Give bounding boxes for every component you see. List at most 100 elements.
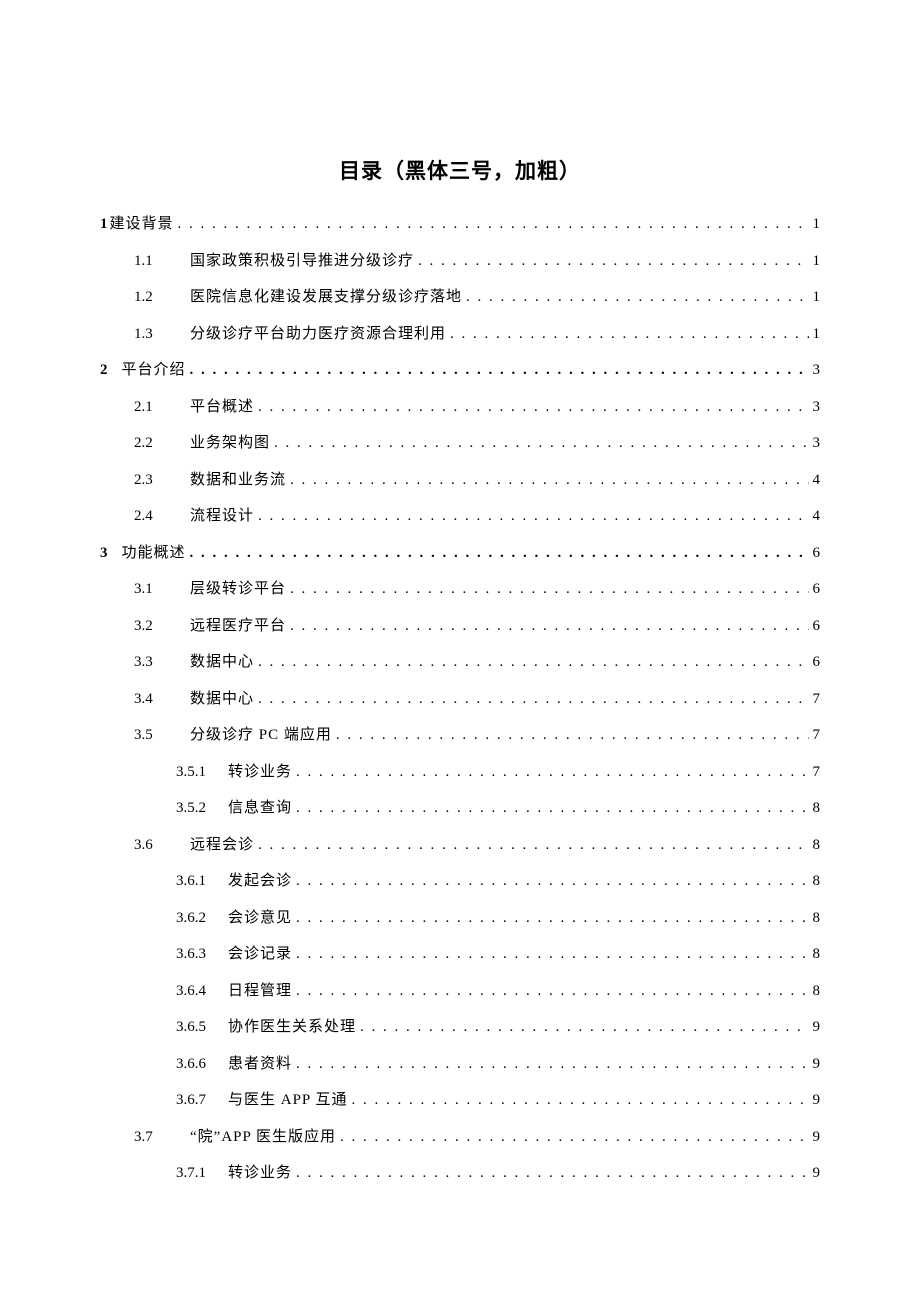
toc-leader-dots: . . . . . . . . . . . . . . . . . . . . … — [258, 838, 808, 853]
toc-leader-dots: . . . . . . . . . . . . . . . . . . . . … — [296, 947, 808, 962]
toc-leader-dots: . . . . . . . . . . . . . . . . . . . . … — [258, 692, 808, 707]
toc-entry-text: 数据中心 — [190, 692, 254, 707]
toc-title: 目录（黑体三号，加粗） — [100, 155, 820, 185]
toc-entry-number: 3.6.7 — [176, 1093, 220, 1108]
toc-entry-text: 转诊业务 — [228, 1166, 292, 1181]
toc-entry: 1.2 医院信息化建设发展支撑分级诊疗落地 . . . . . . . . . . … — [100, 290, 820, 305]
toc-entry-page: 8 — [813, 801, 821, 816]
toc-entry-number: 3.6.2 — [176, 911, 220, 926]
toc-entry: 3.4 数据中心 . . . . . . . . . . . . . . . . .… — [100, 692, 820, 707]
toc-leader-dots: . . . . . . . . . . . . . . . . . . . . … — [258, 509, 808, 524]
toc-leader-dots: . . . . . . . . . . . . . . . . . . . . … — [274, 436, 808, 451]
toc-entry-number: 3.5 — [134, 728, 182, 743]
toc-entry-page: 4 — [813, 509, 821, 524]
toc-entry-page: 8 — [813, 874, 821, 889]
toc-entry-page: 9 — [813, 1130, 821, 1145]
toc-entry-page: 1 — [813, 290, 821, 305]
toc-entry-text: 分级诊疗平台助力医疗资源合理利用 — [190, 327, 446, 342]
toc-entry-text: 日程管理 — [228, 984, 292, 999]
toc-entry: 2.3 数据和业务流 . . . . . . . . . . . . . . . .… — [100, 473, 820, 488]
toc-leader-dots: . . . . . . . . . . . . . . . . . . . . … — [296, 1166, 808, 1181]
toc-leader-dots: . . . . . . . . . . . . . . . . . . . . … — [290, 619, 808, 634]
toc-entry-page: 7 — [813, 728, 821, 743]
toc-entry: 3.6.3会诊记录. . . . . . . . . . . . . . . .… — [100, 947, 820, 962]
toc-entry-text: 会诊记录 — [228, 947, 292, 962]
toc-entry-number: 2.1 — [134, 400, 182, 415]
toc-entry-page: 1 — [813, 327, 821, 342]
toc-leader-dots: . . . . . . . . . . . . . . . . . . . . … — [296, 911, 808, 926]
toc-entry-page: 4 — [813, 473, 821, 488]
toc-entry-text: 建设背景 — [110, 217, 174, 232]
toc-entry-number: 3.4 — [134, 692, 182, 707]
toc-entry: 3.5.1转诊业务. . . . . . . . . . . . . . . .… — [100, 765, 820, 780]
toc-entry: 2.1平台概述. . . . . . . . . . . . . . . . .… — [100, 400, 820, 415]
toc-entry-text: 层级转诊平台 — [190, 582, 286, 597]
toc-entry-number: 2.3 — [134, 473, 182, 488]
toc-entry-page: 6 — [813, 546, 821, 561]
toc-leader-dots: . . . . . . . . . . . . . . . . . . . . … — [296, 874, 808, 889]
toc-entry-number: 2.4 — [134, 509, 182, 524]
toc-entry-number: 1 — [100, 217, 108, 232]
toc-entry-text: 平台介绍 — [122, 363, 186, 378]
toc-entry-page: 6 — [813, 655, 821, 670]
toc-entry-text: 平台概述 — [190, 400, 254, 415]
toc-entry-number: 2.2 — [134, 436, 182, 451]
toc-entry: 3.7 “院”APP 医生版应用 . . . . . . . . . . . . .… — [100, 1130, 820, 1145]
toc-entry-text: 远程医疗平台 — [190, 619, 286, 634]
toc-leader-dots: . . . . . . . . . . . . . . . . . . . . … — [190, 363, 809, 378]
toc-entry-number: 3.7 — [134, 1130, 182, 1145]
toc-entry-text: 远程会诊 — [190, 838, 254, 853]
toc-entry-page: 9 — [813, 1057, 821, 1072]
toc-leader-dots: . . . . . . . . . . . . . . . . . . . . … — [336, 728, 809, 743]
toc-entry: 3.6 远程会诊 . . . . . . . . . . . . . . . . .… — [100, 838, 820, 853]
toc-entry: 2 平台介绍 . . . . . . . . . . . . . . . . . .… — [100, 363, 820, 378]
toc-entry-text: 发起会诊 — [228, 874, 292, 889]
toc-entry: 3.7.1 转诊业务 . . . . . . . . . . . . . . . .… — [100, 1166, 820, 1181]
toc-entry-text: 医院信息化建设发展支撑分级诊疗落地 — [190, 290, 462, 305]
toc-leader-dots: . . . . . . . . . . . . . . . . . . . . … — [258, 655, 808, 670]
toc-entry: 3.6.4日程管理. . . . . . . . . . . . . . . .… — [100, 984, 820, 999]
toc-entry: 3.5.2信息查询. . . . . . . . . . . . . . . .… — [100, 801, 820, 816]
toc-entry-text: 信息查询 — [228, 801, 292, 816]
toc-entry-page: 9 — [813, 1020, 821, 1035]
toc-entry-text: 转诊业务 — [228, 765, 292, 780]
toc-leader-dots: . . . . . . . . . . . . . . . . . . . . … — [178, 217, 809, 232]
toc-leader-dots: . . . . . . . . . . . . . . . . . . . . … — [340, 1130, 808, 1145]
toc-entry-number: 1.1 — [134, 254, 182, 269]
toc-entry-page: 9 — [813, 1166, 821, 1181]
toc-leader-dots: . . . . . . . . . . . . . . . . . . . . … — [296, 984, 808, 999]
toc-entry-number: 3.2 — [134, 619, 182, 634]
toc-leader-dots: . . . . . . . . . . . . . . . . . . . . … — [296, 1057, 808, 1072]
toc-entry: 3.5 分级诊疗 PC 端应用 . . . . . . . . . . . . . … — [100, 728, 820, 743]
toc-entry-number: 3.6.5 — [176, 1020, 220, 1035]
toc-leader-dots: . . . . . . . . . . . . . . . . . . . . … — [296, 801, 808, 816]
toc-entry: 3.6.7与医生 APP 互通. . . . . . . . . . . . .… — [100, 1093, 820, 1108]
toc-entry-text: 数据中心 — [190, 655, 254, 670]
toc-entry-text: 国家政策积极引导推进分级诊疗 — [190, 254, 414, 269]
toc-entry: 3功能概述. . . . . . . . . . . . . . . . . .… — [100, 546, 820, 561]
toc-leader-dots: . . . . . . . . . . . . . . . . . . . . … — [290, 473, 808, 488]
toc-entry: 1.3分级诊疗平台助力医疗资源合理利用. . . . . . . . . . .… — [100, 327, 820, 342]
toc-leader-dots: . . . . . . . . . . . . . . . . . . . . … — [296, 765, 808, 780]
toc-entry-text: 分级诊疗 PC 端应用 — [190, 728, 332, 743]
toc-entry-page: 8 — [813, 984, 821, 999]
toc-list: 1建设背景. . . . . . . . . . . . . . . . . .… — [100, 217, 820, 1181]
toc-entry: 3.2 远程医疗平台 . . . . . . . . . . . . . . . .… — [100, 619, 820, 634]
toc-entry-page: 3 — [813, 400, 821, 415]
toc-entry-page: 8 — [813, 838, 821, 853]
toc-entry-text: 业务架构图 — [190, 436, 270, 451]
toc-entry-text: 数据和业务流 — [190, 473, 286, 488]
toc-entry-text: “院”APP 医生版应用 — [190, 1130, 336, 1145]
toc-entry-number: 3.7.1 — [176, 1166, 220, 1181]
toc-entry: 3.6.6患者资料. . . . . . . . . . . . . . . .… — [100, 1057, 820, 1072]
toc-entry: 3.6.5协作医生关系处理. . . . . . . . . . . . . .… — [100, 1020, 820, 1035]
toc-entry: 1建设背景 . . . . . . . . . . . . . . . . . .… — [100, 217, 820, 232]
toc-entry: 2.2 业务架构图 . . . . . . . . . . . . . . . . … — [100, 436, 820, 451]
toc-entry-number: 1.2 — [134, 290, 182, 305]
toc-entry: 3.6.1发起会诊. . . . . . . . . . . . . . . .… — [100, 874, 820, 889]
toc-entry-number: 2 — [100, 363, 108, 378]
toc-entry-number: 3.6 — [134, 838, 182, 853]
toc-leader-dots: . . . . . . . . . . . . . . . . . . . . … — [466, 290, 808, 305]
toc-entry-page: 6 — [813, 582, 821, 597]
toc-entry-number: 3.3 — [134, 655, 182, 670]
